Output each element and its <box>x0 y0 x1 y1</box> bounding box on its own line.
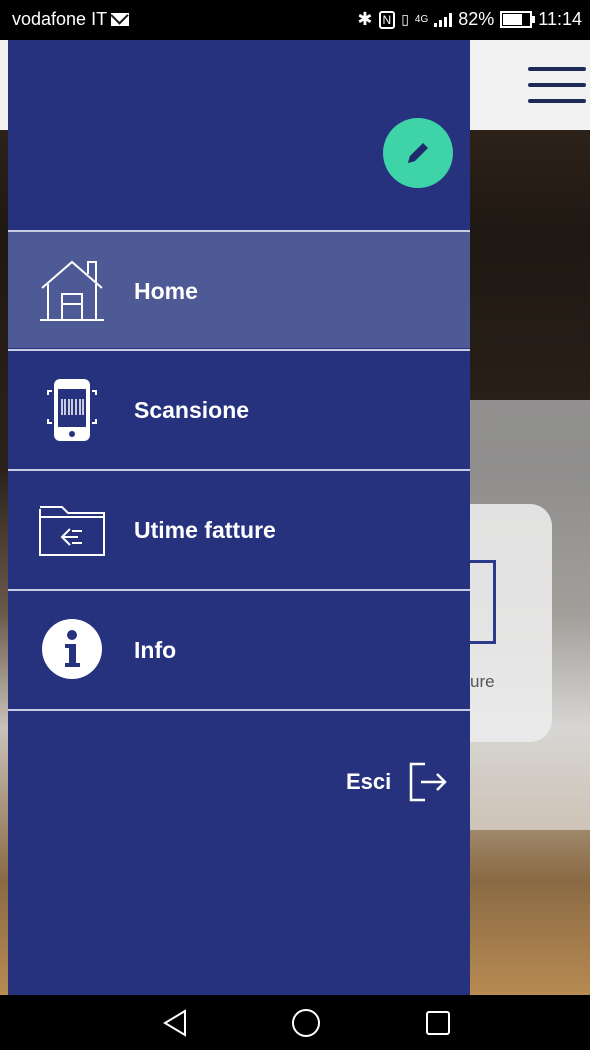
logout-icon <box>410 762 448 802</box>
menu-item-info[interactable]: Info <box>8 589 470 707</box>
carrier-label: vodafone IT <box>12 9 108 29</box>
battery-percent: 82% <box>458 9 495 29</box>
bluetooth-icon: ✱ <box>357 9 373 29</box>
home-icon <box>40 260 104 321</box>
info-icon <box>42 619 102 679</box>
nfc-icon: N <box>378 10 396 29</box>
battery-icon <box>500 11 536 28</box>
background-card-label: ure <box>470 672 495 691</box>
system-navigation-bar <box>0 995 590 1050</box>
clock: 11:14 <box>538 9 582 29</box>
menu-label-ultime-fatture: Utime fatture <box>134 517 276 543</box>
menu-item-scansione[interactable]: Scansione <box>8 349 470 467</box>
mail-notification-icon <box>111 13 130 26</box>
menu-label-info: Info <box>134 637 177 663</box>
edit-profile-button[interactable] <box>383 118 453 188</box>
status-bar: vodafone IT ✱ N ▯ 4G 82% 11:14 <box>0 0 590 40</box>
logout-button[interactable]: Esci <box>346 760 449 804</box>
logout-label: Esci <box>346 769 392 794</box>
home-nav-icon[interactable] <box>288 1005 324 1041</box>
navigation-drawer: Home Scansione Utime fatture Info Esci <box>8 40 470 995</box>
menu-label-scansione: Scansione <box>134 397 250 423</box>
hamburger-menu-icon[interactable] <box>528 67 586 103</box>
menu-item-ultime-fatture[interactable]: Utime fatture <box>8 469 470 587</box>
signal-icon <box>434 12 453 27</box>
menu-item-home[interactable]: Home <box>8 230 470 348</box>
vibrate-icon: ▯ <box>401 11 409 27</box>
barcode-scan-icon <box>47 379 97 441</box>
recents-icon[interactable] <box>420 1005 456 1041</box>
menu-divider <box>8 709 470 711</box>
folder-back-icon <box>39 506 105 556</box>
network-type: 4G <box>414 14 429 25</box>
pencil-icon <box>408 143 428 163</box>
menu-label-home: Home <box>134 278 198 304</box>
back-icon[interactable] <box>157 1005 193 1041</box>
